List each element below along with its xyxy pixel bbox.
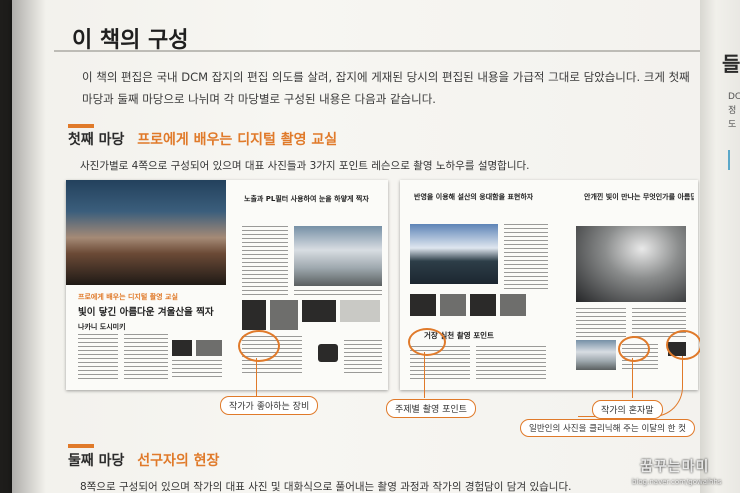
gear-leader-line — [256, 358, 257, 398]
title-divider — [54, 50, 700, 52]
body-text-block — [576, 308, 626, 338]
page-gutter-shadow — [12, 0, 46, 493]
gear-highlight-circle — [238, 330, 280, 362]
caption-text — [172, 360, 222, 380]
next-page-edge: 들 DC 정 도 — [700, 0, 740, 493]
book-page: 이 책의 구성 이 책의 편집은 국내 DCM 잡지의 편집 의도를 살려, 잡… — [12, 0, 700, 493]
thumb-photo — [196, 340, 222, 356]
gear-photo — [242, 300, 266, 330]
thumb-photo — [500, 294, 526, 316]
body-text-block — [242, 226, 288, 296]
sample-spread-left: 프로에게 배우는 디지털 촬영 교실 빛이 닿긴 아름다운 겨울산을 찍자 나카… — [66, 180, 388, 390]
page-head: 반영을 이용해 설산의 웅대함을 표현하자 — [414, 193, 534, 201]
section1-marker — [68, 124, 94, 128]
lesson-tag: 프로에게 배우는 디지털 촬영 교실 — [78, 293, 178, 301]
thumb-photo — [410, 294, 436, 316]
thumb-photo — [172, 340, 192, 356]
next-page-title-fragment: 들 — [722, 52, 740, 76]
section2-description: 8쪽으로 구성되어 있으며 작가의 대표 사진 및 대화식으로 풀어내는 촬영 … — [80, 481, 572, 493]
lens-photo — [318, 344, 338, 362]
intro-paragraph: 이 책의 편집은 국내 DCM 잡지의 편집 의도를 살려, 잡지에 게재된 당… — [82, 70, 690, 106]
section1-description: 사진가별로 4쪽으로 구성되어 있으며 대표 사진들과 3가지 포인트 레슨으로… — [80, 160, 530, 172]
watermark-text: 꿈꾸는마미 — [640, 459, 710, 475]
mountain-photo — [66, 180, 226, 285]
callout-one-shot: 일반인의 사진을 클리닉해 주는 이달의 한 컷 — [520, 419, 695, 437]
snow-mountain-photo — [294, 226, 382, 286]
spread-headline: 빛이 닿긴 아름다운 겨울산을 찍자 — [78, 307, 214, 318]
next-page-text-fragment: DC 정 도 — [728, 92, 740, 130]
callout-gear: 작가가 좋아하는 장비 — [220, 396, 319, 415]
page-head: 노출과 PL필터 사용하여 눈을 하얗게 찍자 — [244, 195, 369, 203]
gear-photo — [302, 300, 336, 322]
thumb-photo — [470, 294, 496, 316]
point-leader-line — [424, 352, 425, 398]
next-page-accent-bar — [728, 150, 730, 170]
section1-accent-title: 프로에게 배우는 디지털 촬영 교실 — [137, 132, 338, 148]
caption-text — [294, 290, 382, 298]
body-text-block — [78, 334, 118, 380]
lake-reflection-photo — [410, 224, 498, 284]
gear-photo — [270, 300, 298, 330]
body-text-block — [504, 224, 548, 290]
section2-marker — [68, 444, 94, 448]
callout-theme-point: 주제별 촬영 포인트 — [386, 399, 476, 418]
gear-photo — [340, 300, 380, 322]
page-head: 안개낀 빛이 만나는 무엇인가를 아름답게 찍자 — [584, 193, 694, 201]
section1-heading: 첫째 마당 프로에게 배우는 디지털 촬영 교실 — [68, 129, 337, 149]
section2-accent-title: 선구자의 현장 — [137, 453, 220, 469]
callout-author-note: 작가의 혼자말 — [592, 400, 663, 419]
body-text-block — [344, 340, 382, 376]
point-highlight-circle — [408, 328, 446, 356]
body-text-block — [476, 346, 546, 382]
body-text-block — [124, 334, 168, 380]
section2-label: 둘째 마당 — [68, 453, 125, 469]
thumb-photo — [440, 294, 466, 316]
author-name: 나카니 도시미키 — [78, 323, 126, 331]
snow-forest-photo — [576, 226, 686, 302]
section1-label: 첫째 마당 — [68, 132, 125, 148]
section2-heading: 둘째 마당 선구자의 현장 — [68, 450, 219, 470]
watermark-url: blog.naver.com/gowaihhs — [632, 478, 722, 486]
